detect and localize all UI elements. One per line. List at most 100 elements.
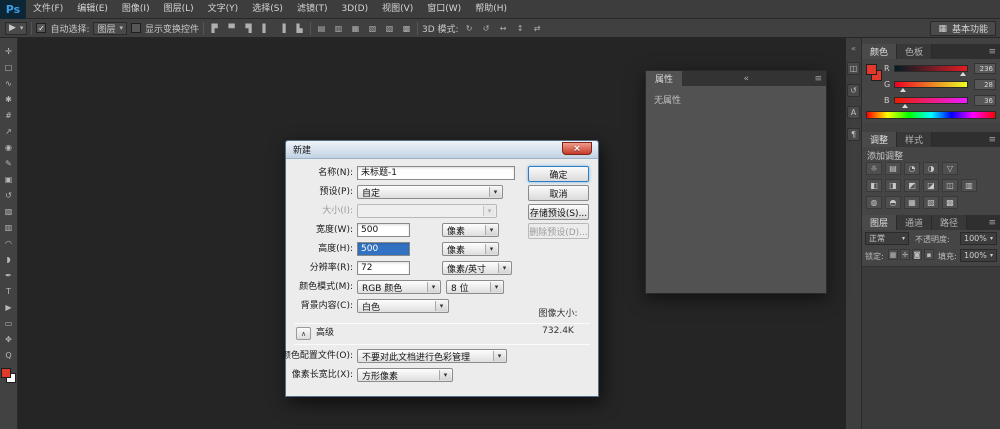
background-dropdown[interactable]: 白色 ▾ — [357, 299, 449, 313]
layers-list[interactable] — [862, 266, 1000, 429]
adjustment-icon[interactable]: ▧ — [923, 196, 939, 209]
save-preset-button[interactable]: 存储预设(S)... — [528, 204, 589, 220]
menu-layer[interactable]: 图层(L) — [157, 0, 201, 19]
adjustment-icon[interactable]: ◓ — [885, 196, 901, 209]
distribute-icon[interactable]: ▥ — [332, 22, 345, 35]
tab-swatches[interactable]: 色板 — [897, 44, 932, 59]
lock-all-icon[interactable]: ▪ — [924, 249, 934, 260]
distribute-icon[interactable]: ▤ — [315, 22, 328, 35]
color-swatches[interactable] — [1, 368, 16, 383]
dialog-title-bar[interactable]: 新建 — [286, 141, 598, 159]
lock-transparency-icon[interactable]: ▦ — [888, 249, 898, 260]
quick-selection-tool[interactable]: ✱ — [2, 93, 16, 106]
adjustment-icon[interactable]: ▩ — [942, 196, 958, 209]
path-selection-tool[interactable]: ▶ — [2, 301, 16, 314]
adjustment-icon[interactable]: ▦ — [904, 196, 920, 209]
fill-dropdown[interactable]: 100% ▾ — [960, 249, 997, 262]
panel-menu-icon[interactable]: ≡ — [984, 215, 1000, 230]
auto-select-checkbox[interactable]: ✓ — [36, 23, 46, 33]
pixel-aspect-dropdown[interactable]: 方形像素 ▾ — [357, 368, 453, 382]
distribute-icon[interactable]: ▩ — [400, 22, 413, 35]
menu-window[interactable]: 窗口(W) — [420, 0, 468, 19]
pen-tool[interactable]: ✒ — [2, 269, 16, 282]
clone-stamp-tool[interactable]: ▣ — [2, 173, 16, 186]
panel-menu-icon[interactable]: ≡ — [984, 132, 1000, 147]
tab-color[interactable]: 颜色 — [862, 44, 897, 59]
adjustment-icon[interactable]: ▤ — [885, 162, 901, 175]
menu-type[interactable]: 文字(Y) — [201, 0, 246, 19]
dodge-tool[interactable]: ◗ — [2, 253, 16, 266]
ok-button[interactable]: 确定 — [528, 166, 589, 182]
gradient-tool[interactable]: ▥ — [2, 221, 16, 234]
3d-mode-icon[interactable]: ↺ — [480, 22, 493, 35]
lock-position-icon[interactable]: ✛ — [900, 249, 910, 260]
adjustment-icon[interactable]: ◫ — [942, 179, 958, 192]
brush-tool[interactable]: ✎ — [2, 157, 16, 170]
auto-select-target-dropdown[interactable]: 图层 ▾ — [93, 22, 127, 35]
tab-adjustments[interactable]: 调整 — [862, 132, 897, 147]
menu-view[interactable]: 视图(V) — [375, 0, 420, 19]
foreground-color-swatch[interactable] — [1, 368, 11, 378]
3d-mode-icon[interactable]: ↔ — [497, 22, 510, 35]
align-icon[interactable]: ▐ — [276, 22, 289, 35]
tab-styles[interactable]: 样式 — [897, 132, 932, 147]
blur-tool[interactable]: ◠ — [2, 237, 16, 250]
distribute-icon[interactable]: ▦ — [349, 22, 362, 35]
adjustment-icon[interactable]: ◧ — [866, 179, 882, 192]
advanced-toggle-button[interactable]: ∧ — [296, 327, 311, 340]
cancel-button[interactable]: 取消 — [528, 185, 589, 201]
tool-preset-picker[interactable]: ▶ ▾ — [5, 22, 27, 35]
crop-tool[interactable]: # — [2, 109, 16, 122]
channel-value[interactable]: 36 — [974, 95, 996, 106]
align-icon[interactable]: ▜ — [242, 22, 255, 35]
panel-menu-icon[interactable]: ≡ — [810, 71, 826, 86]
slider-thumb[interactable] — [902, 104, 908, 108]
adjustment-icon[interactable]: ◔ — [904, 162, 920, 175]
show-transform-checkbox[interactable]: ✓ — [131, 23, 141, 33]
opacity-dropdown[interactable]: 100% ▾ — [960, 232, 997, 245]
history-panel-icon[interactable]: ↺ — [847, 84, 860, 97]
zoom-tool[interactable]: Q — [2, 349, 16, 362]
blue-slider[interactable] — [894, 97, 968, 104]
color-mode-dropdown[interactable]: RGB 颜色 ▾ — [357, 280, 441, 294]
menu-image[interactable]: 图像(I) — [115, 0, 157, 19]
distribute-icon[interactable]: ▨ — [383, 22, 396, 35]
tab-layers[interactable]: 图层 — [862, 215, 897, 230]
color-spectrum-ramp[interactable] — [866, 111, 996, 119]
tab-channels[interactable]: 通道 — [897, 215, 932, 230]
color-profile-dropdown[interactable]: 不要对此文档进行色彩管理 ▾ — [357, 349, 507, 363]
adjustment-icon[interactable]: ▽ — [942, 162, 958, 175]
paragraph-panel-icon[interactable]: ¶ — [847, 128, 860, 141]
lock-pixels-icon[interactable]: ◙ — [912, 249, 922, 260]
adjustment-icon[interactable]: ◪ — [923, 179, 939, 192]
adjustment-icon[interactable]: ◍ — [866, 196, 882, 209]
menu-file[interactable]: 文件(F) — [26, 0, 70, 19]
height-unit-dropdown[interactable]: 像素 ▾ — [442, 242, 499, 256]
preset-dropdown[interactable]: 自定 ▾ — [357, 185, 503, 199]
blend-mode-dropdown[interactable]: 正常 ▾ — [865, 232, 909, 245]
tab-paths[interactable]: 路径 — [932, 215, 967, 230]
align-icon[interactable]: ▙ — [293, 22, 306, 35]
resolution-unit-dropdown[interactable]: 像素/英寸 ▾ — [442, 261, 512, 275]
red-slider[interactable] — [894, 65, 968, 72]
tab-properties[interactable]: 属性 — [646, 71, 682, 86]
distribute-icon[interactable]: ▧ — [366, 22, 379, 35]
character-panel-icon[interactable]: A — [847, 106, 860, 119]
marquee-tool[interactable]: □ — [2, 61, 16, 74]
3d-mode-icon[interactable]: ↕ — [514, 22, 527, 35]
history-brush-tool[interactable]: ↺ — [2, 189, 16, 202]
align-icon[interactable]: ▌ — [259, 22, 272, 35]
height-input[interactable]: 500 — [357, 242, 410, 256]
adjustment-icon[interactable]: ☼ — [866, 162, 882, 175]
collapse-panel-icon[interactable]: « — [739, 71, 753, 86]
align-icon[interactable]: ▛ — [208, 22, 221, 35]
align-icon[interactable]: ▀ — [225, 22, 238, 35]
adjustment-icon[interactable]: ◨ — [885, 179, 901, 192]
menu-select[interactable]: 选择(S) — [245, 0, 290, 19]
adjustment-icon[interactable]: ◩ — [904, 179, 920, 192]
panel-menu-icon[interactable]: ≡ — [984, 44, 1000, 59]
3d-mode-icon[interactable]: ↻ — [463, 22, 476, 35]
close-icon[interactable]: × — [562, 142, 592, 155]
adjustment-icon[interactable]: ▥ — [961, 179, 977, 192]
lasso-tool[interactable]: ∿ — [2, 77, 16, 90]
